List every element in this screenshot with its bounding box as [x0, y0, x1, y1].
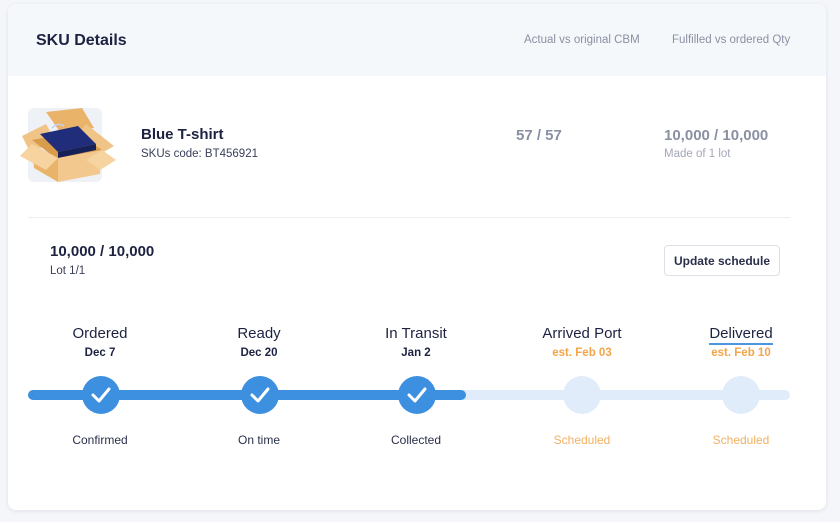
- stage-delivered-node: [722, 376, 760, 414]
- stage-ready-node: [241, 376, 279, 414]
- stage-in-transit-status: Collected: [390, 433, 442, 447]
- stage-delivered-status: Scheduled: [712, 433, 770, 447]
- page-title: SKU Details: [36, 32, 127, 49]
- product-code: SKUs code: BT456921: [141, 148, 258, 160]
- stage-ordered-date: Dec 7: [84, 347, 116, 359]
- lot-quantity: 10,000 / 10,000: [50, 243, 155, 260]
- qty-column-header: Fulfilled vs ordered Qty: [672, 34, 791, 46]
- stage-in-transit-label: In Transit: [385, 325, 447, 342]
- check-icon: [407, 387, 427, 403]
- divider: [28, 217, 790, 218]
- stage-ordered-node: [82, 376, 120, 414]
- product-thumbnail: [20, 108, 116, 182]
- cbm-value: 57 / 57: [516, 127, 562, 144]
- stage-ready-label: Ready: [237, 325, 281, 342]
- stage-ready-status: On time: [237, 433, 280, 447]
- lot-label: Lot 1/1: [50, 265, 86, 277]
- product-name: Blue T-shirt: [141, 126, 224, 143]
- check-icon: [250, 387, 270, 403]
- card-header: SKU Details Actual vs original CBM Fulfi…: [8, 4, 826, 76]
- qty-lot-count: Made of 1 lot: [664, 148, 731, 160]
- stage-in-transit-date: Jan 2: [401, 347, 431, 359]
- stage-delivered-label-text: Delivered: [709, 325, 773, 345]
- stage-ordered-status: Confirmed: [72, 433, 128, 447]
- box-icon: [20, 108, 116, 182]
- stage-ordered-label: Ordered: [72, 325, 128, 342]
- qty-value: 10,000 / 10,000: [664, 127, 769, 144]
- stage-arrived-port-node: [563, 376, 601, 414]
- stage-delivered-label: Delivered: [671, 325, 811, 345]
- stage-ready-date: Dec 20: [240, 347, 278, 359]
- check-icon: [91, 387, 111, 403]
- stage-delivered-date: est. Feb 10: [711, 347, 771, 359]
- stage-in-transit-node: [398, 376, 436, 414]
- stage-arrived-port-label: Arrived Port: [542, 325, 622, 342]
- stage-arrived-port-status: Scheduled: [553, 433, 611, 447]
- update-schedule-button[interactable]: Update schedule: [664, 245, 780, 276]
- cbm-column-header: Actual vs original CBM: [524, 34, 640, 46]
- stage-arrived-port-date: est. Feb 03: [552, 347, 612, 359]
